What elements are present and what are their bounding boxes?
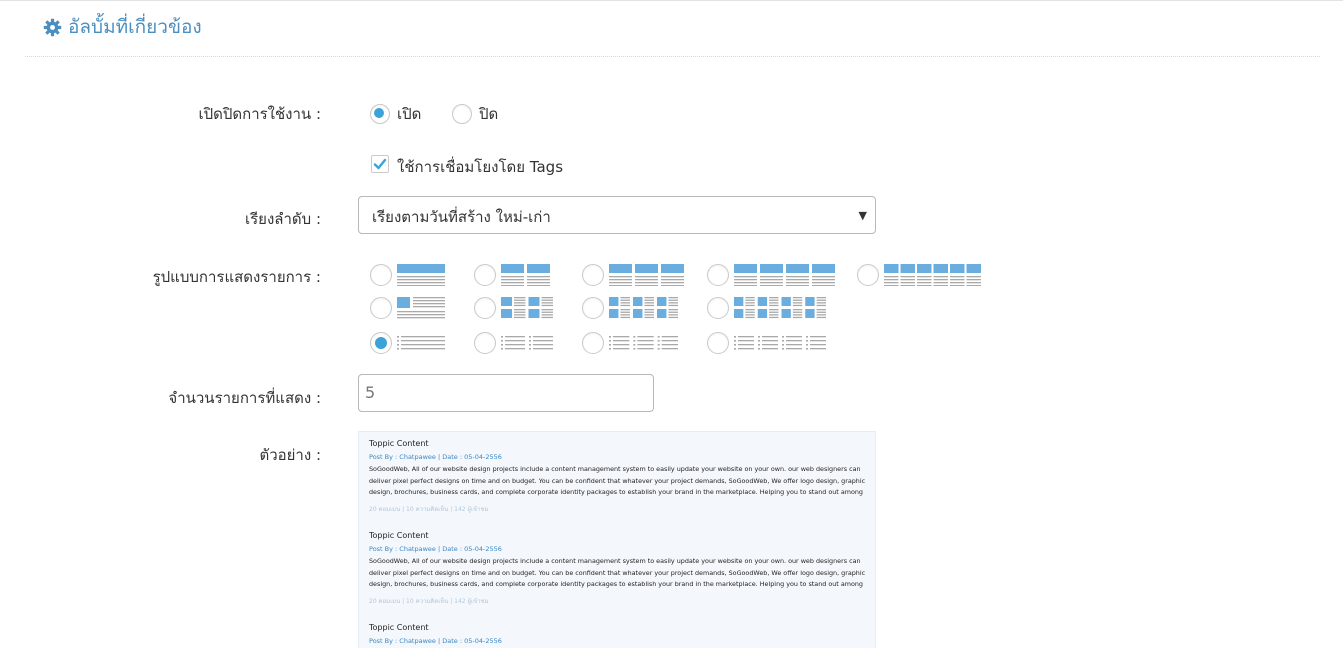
top-border — [0, 0, 1343, 1]
layout-radio[interactable] — [582, 332, 604, 354]
preview-item-meta: Post By : Chatpawee | Date : 05-04-2556 — [369, 453, 502, 461]
layout-banner-icon — [501, 264, 550, 286]
layout-thumb-icon — [734, 297, 826, 319]
count-label: จำนวนรายการที่แสดง : — [168, 389, 321, 407]
preview-item-title: Toppic Content — [369, 623, 429, 632]
layout-banner-icon — [884, 264, 981, 286]
layout-radio[interactable] — [474, 332, 496, 354]
preview-item: Toppic Content Post By : Chatpawee | Dat… — [369, 623, 869, 645]
preview-item-stats: 20 คอมเมน | 10 ความคิดเห็น | 142 ผู้เข้า… — [369, 597, 489, 605]
status-on-radio[interactable] — [370, 104, 390, 124]
layout-radio[interactable] — [707, 264, 729, 286]
section-header: อัลบั้มที่เกี่ยวข้อง — [43, 12, 202, 42]
preview-item: Toppic Content Post By : Chatpawee | Dat… — [369, 531, 869, 606]
preview-item-meta: Post By : Chatpawee | Date : 05-04-2556 — [369, 545, 502, 553]
check-icon — [373, 158, 387, 170]
status-off-label[interactable]: ปิด — [479, 102, 498, 126]
layout-radio[interactable] — [707, 332, 729, 354]
tags-label[interactable]: ใช้การเชื่อมโยงโดย Tags — [397, 155, 563, 179]
layout-radio[interactable] — [370, 264, 392, 286]
section-divider — [25, 56, 1320, 57]
layout-label: รูปแบบการแสดงรายการ : — [152, 268, 321, 286]
layout-radio[interactable] — [474, 264, 496, 286]
preview-item-body: SoGoodWeb, All of our website design pro… — [369, 557, 866, 588]
preview-panel: Toppic Content Post By : Chatpawee | Dat… — [358, 431, 876, 648]
layout-list-icon — [397, 336, 445, 350]
layout-thumb-icon — [501, 297, 553, 319]
preview-item: Toppic Content Post By : Chatpawee | Dat… — [369, 439, 869, 514]
preview-item-title: Toppic Content — [369, 531, 429, 540]
preview-item-stats: 20 คอมเมน | 10 ความคิดเห็น | 142 ผู้เข้า… — [369, 505, 489, 513]
layout-radio[interactable] — [582, 264, 604, 286]
status-on-label[interactable]: เปิด — [397, 102, 421, 126]
preview-label: ตัวอย่าง : — [259, 446, 321, 464]
preview-item-title: Toppic Content — [369, 439, 429, 448]
tags-checkbox[interactable] — [371, 155, 389, 173]
layout-radio[interactable] — [582, 297, 604, 319]
layout-banner-icon — [609, 264, 684, 286]
count-input[interactable]: 5 — [358, 374, 654, 412]
status-label: เปิดปิดการใช้งาน : — [198, 105, 321, 123]
layout-radio[interactable] — [707, 297, 729, 319]
layout-banner-icon — [734, 264, 835, 286]
section-title: อัลบั้มที่เกี่ยวข้อง — [68, 16, 202, 38]
dropdown-arrow-icon: ▼ — [858, 209, 867, 222]
layout-thumb-icon — [609, 297, 678, 319]
layout-radio[interactable] — [857, 264, 879, 286]
layout-banner-icon — [397, 264, 445, 286]
gear-icon — [43, 18, 62, 36]
sort-label: เรียงลำดับ : — [245, 210, 321, 228]
layout-radio[interactable] — [474, 297, 496, 319]
preview-item-meta: Post By : Chatpawee | Date : 05-04-2556 — [369, 637, 502, 645]
count-input-value: 5 — [365, 383, 376, 402]
layout-list-icon — [501, 336, 553, 350]
preview-item-body: SoGoodWeb, All of our website design pro… — [369, 465, 866, 496]
status-off-radio[interactable] — [452, 104, 472, 124]
layout-list-icon — [609, 336, 678, 350]
layout-thumb-icon — [397, 297, 445, 319]
sort-select-value: เรียงตามวันที่สร้าง ใหม่-เก่า — [372, 208, 551, 226]
sort-select[interactable]: เรียงตามวันที่สร้าง ใหม่-เก่า ▼ — [358, 196, 876, 234]
layout-radio[interactable] — [370, 297, 392, 319]
layout-radio[interactable] — [370, 332, 392, 354]
layout-list-icon — [734, 336, 826, 350]
